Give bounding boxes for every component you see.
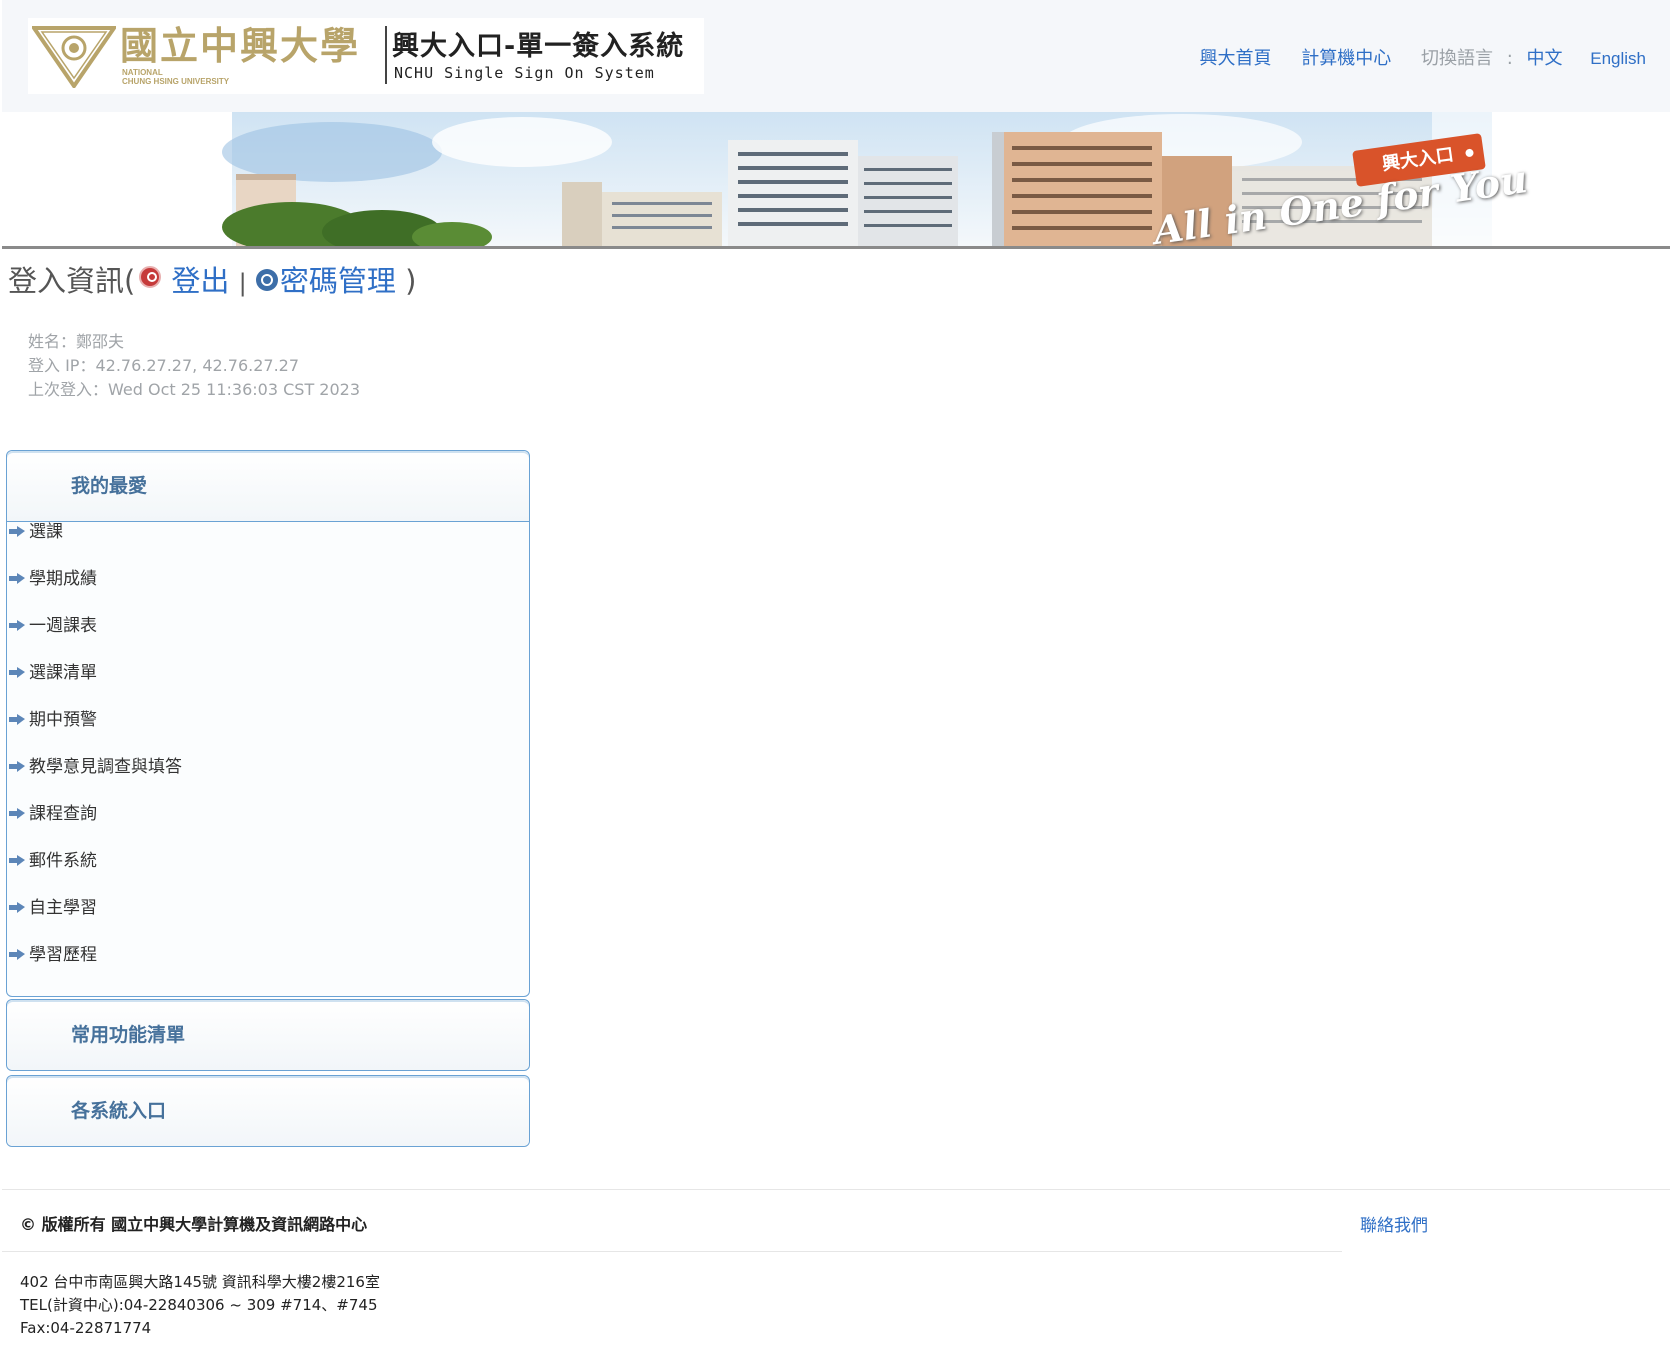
favorites-panel: 我的最愛 選課學期成績一週課表選課清單期中預警教學意見調查與填答 課程查詢郵件系統… [6, 450, 530, 997]
favorite-item-label: 學期成績 [29, 569, 97, 589]
arrow-right-icon [9, 620, 25, 631]
footer-fax: Fax:04-22871774 [20, 1319, 152, 1337]
contact-us-link[interactable]: 聯絡我們 [1360, 1211, 1428, 1236]
favorite-item[interactable]: 課程查詢 [7, 804, 529, 851]
favorite-item[interactable]: 教學意見調查與填答 [7, 757, 529, 804]
switch-language-colon: : [1506, 48, 1513, 69]
favorite-item-label: 選課 [29, 522, 63, 542]
favorite-item[interactable]: 學習歷程 [7, 945, 529, 992]
arrow-right-icon [9, 902, 25, 913]
arrow-right-icon [9, 573, 25, 584]
university-emblem-icon [32, 26, 116, 88]
password-management-link[interactable]: 密碼管理 [280, 264, 396, 298]
password-key-icon [255, 269, 278, 291]
arrow-right-icon [9, 761, 25, 772]
arrow-right-icon [9, 808, 25, 819]
logout-link[interactable]: 登出 [171, 264, 229, 298]
login-ip: 登入 IP：42.76.27.27, 42.76.27.27 [28, 356, 300, 375]
favorite-item[interactable]: 期中預警 [7, 710, 529, 757]
school-name-cn: 國立中興大學 [120, 23, 361, 68]
campus-banner: 興大入口 All in One for You [2, 112, 1670, 249]
footer-address: 402 台中市南區興大路145號 資訊科學大樓2樓216室 [20, 1273, 380, 1291]
favorite-item[interactable]: 一週課表 [7, 616, 529, 663]
footer-divider [2, 1189, 1670, 1190]
favorite-item-label: 教學意見調查與填答 [29, 757, 182, 777]
favorite-item[interactable]: 選課清單 [7, 663, 529, 710]
favorite-item[interactable]: 學期成績 [7, 569, 529, 616]
favorite-item[interactable]: 郵件系統 [7, 851, 529, 898]
footer-address-block: 402 台中市南區興大路145號 資訊科學大樓2樓216室 TEL(計資中心):… [20, 1271, 380, 1340]
footer-tel: TEL(計資中心):04-22840306 ~ 309 #714、#745 [20, 1296, 378, 1314]
close-paren: ) [405, 264, 417, 298]
favorite-item-label: 選課清單 [29, 663, 97, 683]
arrow-right-icon [9, 667, 25, 678]
favorite-item-label: 郵件系統 [29, 851, 97, 871]
top-nav: 興大首頁 計算機中心 切換語言 : 中文 English [1175, 44, 1646, 70]
common-functions-panel: 常用功能清單 [6, 999, 530, 1071]
system-entry-panel: 各系統入口 [6, 1075, 530, 1147]
link-separator: | [238, 269, 247, 297]
favorite-item-label: 自主學習 [29, 898, 97, 918]
arrow-right-icon [9, 714, 25, 725]
login-info-heading: 登入資訊( 登出 | 密碼管理 ) [8, 258, 416, 300]
top-header: 國立中興大學 NATIONAL CHUNG HSING UNIVERSITY 興… [2, 0, 1670, 112]
favorite-item-label: 期中預警 [29, 710, 97, 730]
system-title-en: NCHU Single Sign On System [394, 64, 655, 82]
user-info: 姓名：鄭邵夫 登入 IP：42.76.27.27, 42.76.27.27 上次… [28, 330, 360, 402]
lang-chinese-link[interactable]: 中文 [1527, 48, 1563, 69]
school-name-en: NATIONAL CHUNG HSING UNIVERSITY [122, 68, 230, 86]
nav-home-link[interactable]: 興大首頁 [1199, 48, 1271, 69]
favorites-list: 選課學期成績一週課表選課清單期中預警教學意見調查與填答 課程查詢郵件系統自主學習學… [7, 522, 529, 992]
site-logo[interactable]: 國立中興大學 NATIONAL CHUNG HSING UNIVERSITY 興… [28, 18, 704, 94]
arrow-right-icon [9, 949, 25, 960]
login-info-title: 登入資訊 [8, 264, 125, 298]
arrow-right-icon [9, 855, 25, 866]
nav-computer-center-link[interactable]: 計算機中心 [1301, 48, 1391, 69]
power-icon [139, 266, 162, 288]
last-login: 上次登入：Wed Oct 25 11:36:03 CST 2023 [28, 380, 361, 399]
favorite-item[interactable]: 自主學習 [7, 898, 529, 945]
favorite-item-label: 學習歷程 [29, 945, 97, 965]
arrow-right-icon [9, 526, 25, 537]
copyright-text: © 版權所有 國立中興大學計算機及資訊網路中心 [20, 1215, 368, 1234]
user-name: 姓名：鄭邵夫 [28, 332, 125, 351]
switch-language-label: 切換語言 [1420, 48, 1493, 69]
favorite-item-label: 一週課表 [29, 616, 97, 636]
common-functions-header[interactable]: 常用功能清單 [7, 1000, 529, 1070]
favorite-item-label: 課程查詢 [29, 804, 97, 824]
logo-divider [385, 26, 387, 84]
favorites-panel-header[interactable]: 我的最愛 [7, 451, 529, 522]
lang-english-link[interactable]: English [1590, 49, 1646, 68]
system-entry-header[interactable]: 各系統入口 [7, 1076, 529, 1146]
system-title-cn: 興大入口-單一簽入系統 [392, 31, 685, 62]
open-paren: ( [124, 264, 136, 298]
favorite-item[interactable]: 選課 [7, 522, 529, 569]
footer-divider-2 [2, 1251, 1342, 1252]
